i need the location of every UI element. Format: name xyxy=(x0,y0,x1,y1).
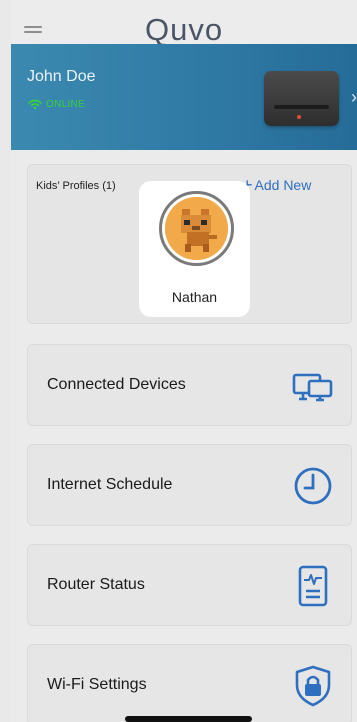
menu-item-label: Internet Schedule xyxy=(47,476,173,493)
menu-item-label: Router Status xyxy=(47,576,145,593)
cat-avatar-icon xyxy=(165,197,228,260)
menu-item-label: Wi-Fi Settings xyxy=(47,676,147,693)
menu-item-label: Connected Devices xyxy=(47,376,186,393)
add-new-label: Add New xyxy=(254,177,312,193)
internet-schedule-item[interactable]: Internet Schedule xyxy=(27,444,352,526)
home-indicator xyxy=(125,716,252,722)
add-new-button[interactable]: + Add New xyxy=(242,176,312,194)
avatar xyxy=(159,191,234,266)
router-status-icon xyxy=(298,565,328,607)
user-name: John Doe xyxy=(27,68,96,85)
status-badge: ONLINE xyxy=(28,99,85,110)
menu-icon[interactable] xyxy=(24,26,44,36)
wifi-settings-item[interactable]: Wi-Fi Settings xyxy=(27,644,352,722)
router-banner[interactable]: John Doe ONLINE › xyxy=(11,44,357,150)
chevron-right-icon[interactable]: › xyxy=(351,87,357,108)
router-status-item[interactable]: Router Status xyxy=(27,544,352,626)
devices-icon xyxy=(292,373,333,402)
kids-profiles-title: Kids’ Profiles (1) xyxy=(36,180,116,192)
kids-profiles-card: Kids’ Profiles (1) + Add New xyxy=(27,164,352,324)
app-logo: Quvo xyxy=(145,12,224,47)
app-screen: Quvo John Doe ONLINE › Kids’ Profiles (1… xyxy=(11,0,357,722)
shield-lock-icon xyxy=(295,665,331,707)
wifi-icon xyxy=(28,99,42,110)
profile-name: Nathan xyxy=(171,289,218,305)
connected-devices-item[interactable]: Connected Devices xyxy=(27,344,352,426)
status-text: ONLINE xyxy=(46,99,86,110)
top-bar: Quvo xyxy=(11,0,357,47)
clock-icon xyxy=(294,467,332,505)
kid-profile-card[interactable]: Nathan xyxy=(139,181,250,317)
router-image xyxy=(264,71,339,126)
